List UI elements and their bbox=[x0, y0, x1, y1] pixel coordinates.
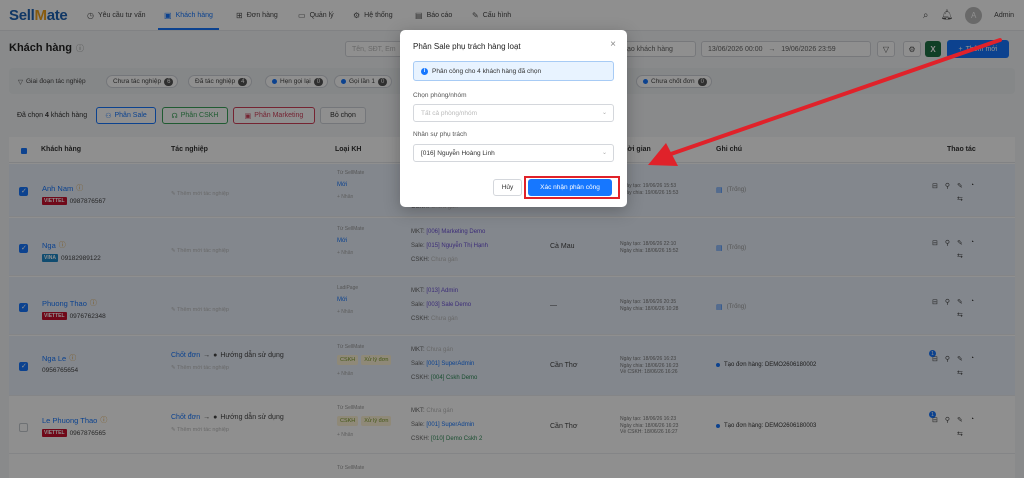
arrow-shaft bbox=[666, 38, 1002, 157]
annotation-arrow-icon bbox=[648, 38, 1002, 166]
